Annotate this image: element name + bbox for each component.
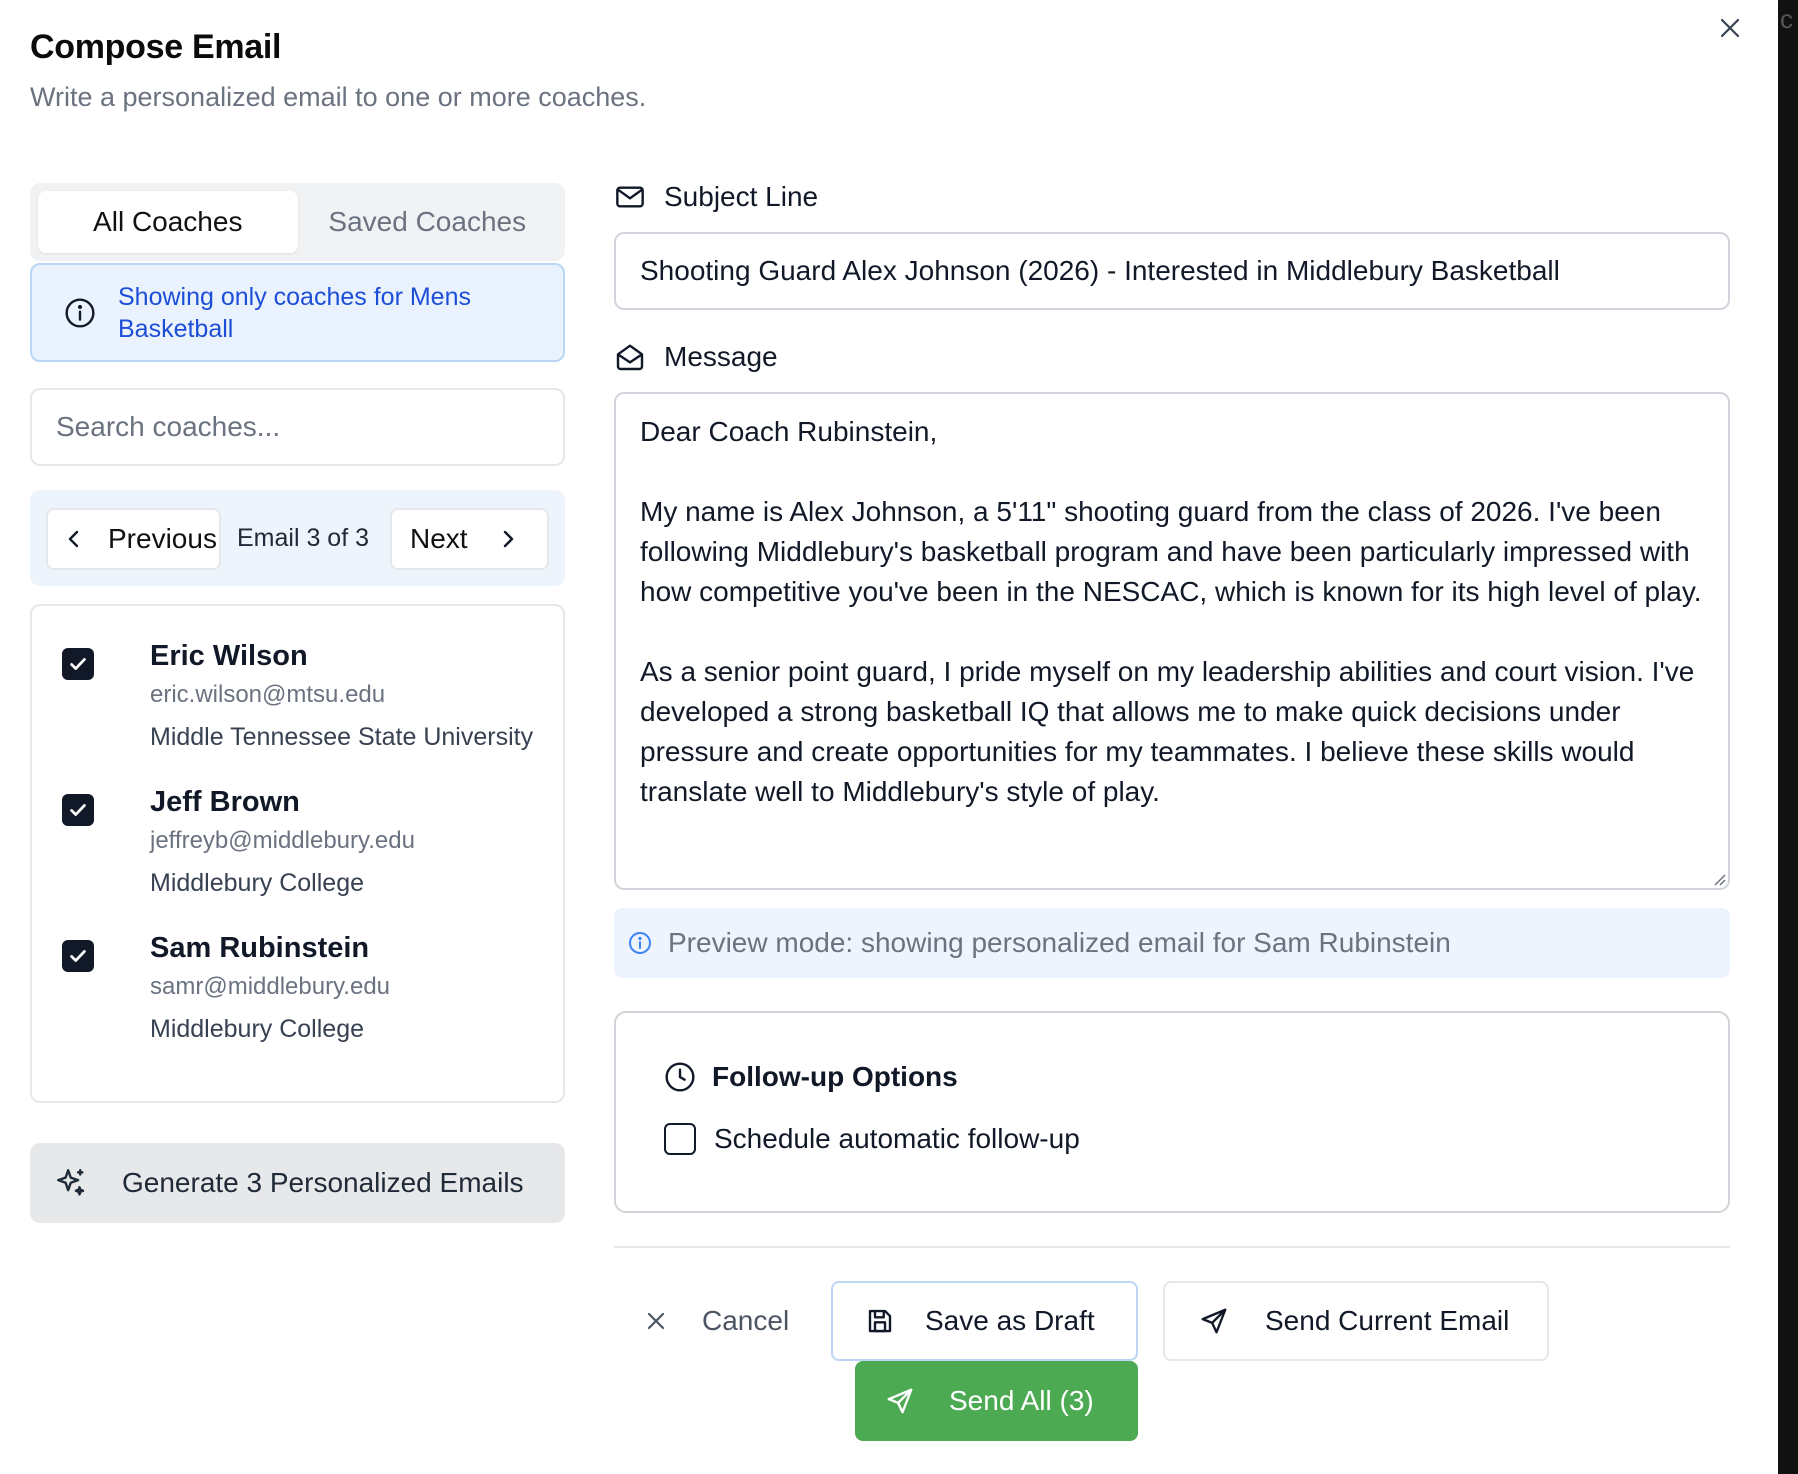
resize-handle-icon[interactable] (1710, 870, 1726, 886)
followup-heading: Follow-up Options (664, 1061, 958, 1093)
send-icon (887, 1388, 913, 1414)
save-icon (868, 1309, 892, 1333)
subject-line-label: Subject Line (614, 181, 818, 213)
generate-emails-button[interactable]: Generate 3 Personalized Emails (30, 1143, 565, 1223)
info-circle-icon (629, 932, 651, 954)
tab-saved-coaches[interactable]: Saved Coaches (298, 191, 558, 253)
previous-button[interactable]: Previous (46, 508, 221, 570)
dialog-subtitle: Write a personalized email to one or mor… (30, 82, 647, 112)
send-all-button[interactable]: Send All (3) (855, 1361, 1138, 1441)
mail-icon (616, 186, 644, 208)
info-circle-icon (65, 297, 95, 328)
send-current-email-button[interactable]: Send Current Email (1163, 1281, 1549, 1361)
search-coaches-input[interactable] (30, 388, 565, 466)
dialog-title: Compose Email (30, 28, 282, 66)
cancel-label: Cancel (702, 1305, 790, 1336)
coach-name: Sam Rubinstein (150, 932, 370, 964)
background-window-edge: c (1778, 0, 1798, 1474)
coach-school: Middlebury College (150, 1015, 365, 1043)
chevron-left-icon (68, 530, 79, 548)
email-pager: Previous Email 3 of 3 Next (30, 490, 565, 586)
mail-open-icon (616, 344, 644, 371)
close-dialog-button[interactable] (1712, 10, 1748, 46)
check-icon (70, 804, 86, 816)
coach-name: Eric Wilson (150, 640, 308, 672)
send-icon (1201, 1308, 1227, 1334)
coach-tabs: All Coaches Saved Coaches (30, 183, 565, 261)
followup-options-card: Follow-up Options Schedule automatic fol… (614, 1011, 1730, 1213)
preview-notice: Preview mode: showing personalized email… (614, 908, 1730, 978)
coach-checkbox[interactable] (62, 794, 94, 826)
next-label: Next (410, 523, 468, 554)
subject-line-label-text: Subject Line (664, 181, 819, 212)
message-textarea[interactable]: Dear Coach Rubinstein, My name is Alex J… (614, 392, 1730, 890)
previous-label: Previous (108, 523, 217, 554)
coach-school: Middle Tennessee State University (150, 723, 534, 751)
chevron-right-icon (503, 530, 513, 548)
cancel-button[interactable]: Cancel (644, 1288, 789, 1354)
coach-list: Eric Wilson eric.wilson@mtsu.edu Middle … (30, 604, 565, 1103)
coach-checkbox[interactable] (62, 940, 94, 972)
followup-option[interactable]: Schedule automatic follow-up (664, 1123, 1080, 1155)
check-icon (70, 950, 86, 962)
coach-checkbox[interactable] (62, 648, 94, 680)
send-current-email-label: Send Current Email (1265, 1305, 1510, 1336)
next-button[interactable]: Next (390, 508, 549, 570)
email-counter: Email 3 of 3 (237, 524, 370, 552)
sport-filter-text: Showing only coaches for Mens Basketball (118, 282, 471, 343)
coach-email: samr@middlebury.edu (150, 973, 391, 1000)
send-all-label: Send All (3) (949, 1385, 1094, 1416)
compose-email-dialog: Compose Email Write a personalized email… (0, 0, 1778, 1474)
clock-icon (665, 1062, 695, 1092)
close-icon (647, 1312, 665, 1330)
message-label: Message (614, 341, 778, 373)
coach-email: eric.wilson@mtsu.edu (150, 681, 386, 708)
tab-all-coaches[interactable]: All Coaches (38, 191, 298, 253)
save-draft-label: Save as Draft (925, 1305, 1095, 1336)
subject-line-input[interactable] (614, 232, 1730, 310)
followup-option-label: Schedule automatic follow-up (714, 1123, 1080, 1154)
preview-text: Preview mode: showing personalized email… (668, 927, 1451, 958)
save-draft-button[interactable]: Save as Draft (831, 1281, 1138, 1361)
coach-school: Middlebury College (150, 869, 365, 897)
close-icon (1720, 18, 1740, 38)
generate-emails-label: Generate 3 Personalized Emails (122, 1167, 524, 1198)
coach-name: Jeff Brown (150, 786, 300, 818)
followup-heading-text: Follow-up Options (712, 1061, 958, 1092)
followup-checkbox[interactable] (664, 1123, 696, 1155)
sport-filter-notice: Showing only coaches for Mens Basketball (30, 263, 565, 362)
coach-email: jeffreyb@middlebury.edu (150, 827, 415, 854)
divider (614, 1246, 1730, 1248)
check-icon (70, 658, 86, 670)
message-label-text: Message (664, 341, 778, 372)
sparkles-icon (57, 1169, 85, 1196)
